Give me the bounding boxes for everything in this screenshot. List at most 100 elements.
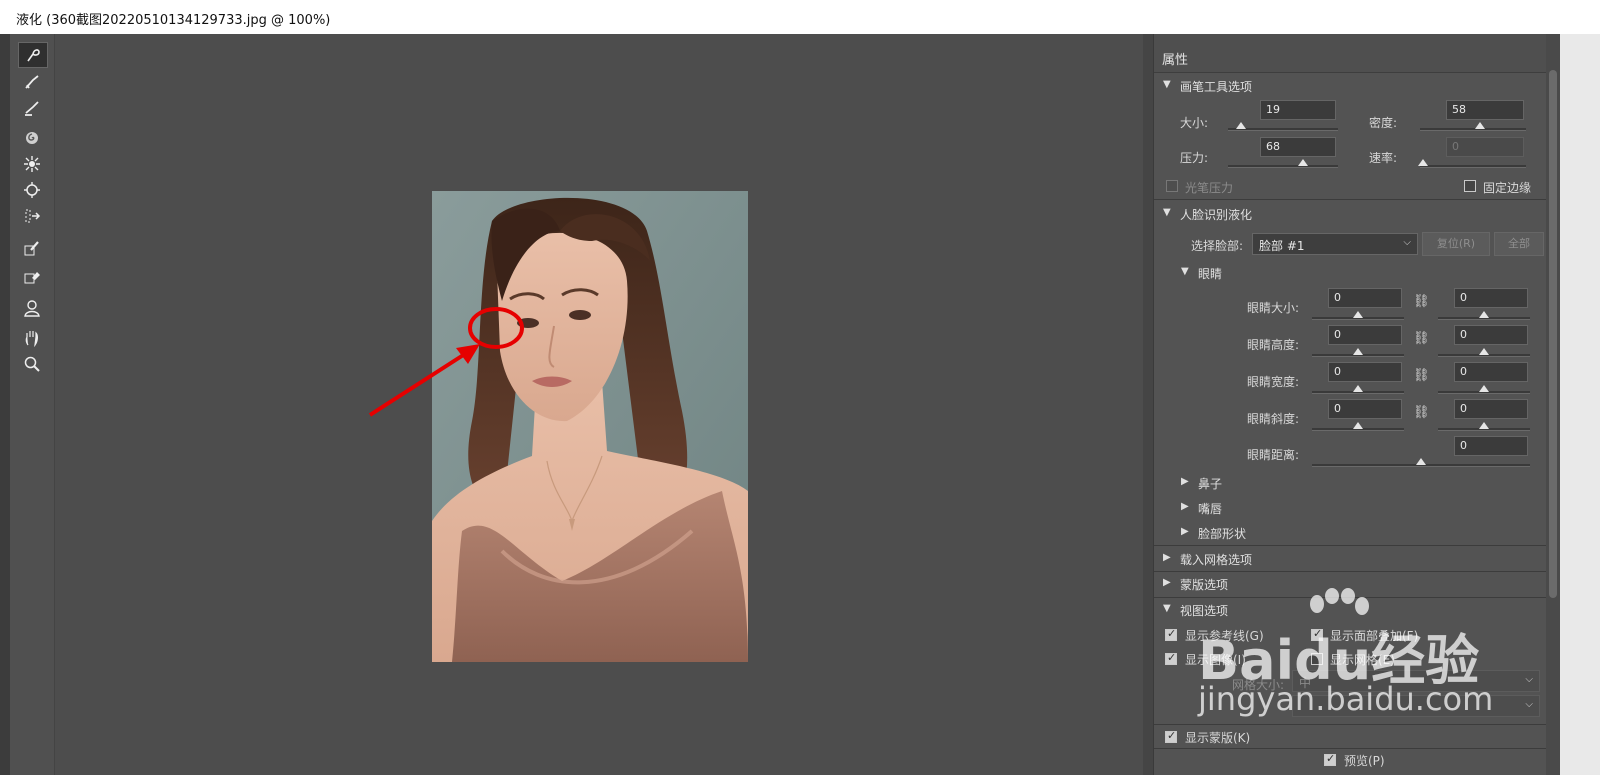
eye-tilt-right-field[interactable]: 0 — [1454, 399, 1528, 419]
link-icon[interactable]: ⛓ — [1413, 294, 1430, 309]
panel-header: 属性 — [1154, 34, 1560, 73]
push-left-icon[interactable] — [18, 204, 46, 228]
eye-width-left-field[interactable]: 0 — [1328, 362, 1402, 382]
slider-thumb[interactable] — [1479, 311, 1489, 318]
portrait-photo[interactable] — [432, 191, 748, 662]
density-slider-thumb[interactable] — [1475, 122, 1485, 129]
eye-size-right-slider[interactable] — [1438, 311, 1530, 320]
eye-tilt-left-field[interactable]: 0 — [1328, 399, 1402, 419]
pressure-slider[interactable] — [1228, 159, 1338, 168]
slider-thumb[interactable] — [1353, 422, 1363, 429]
eye-highlight-circle — [468, 307, 524, 349]
eye-height-left-field[interactable]: 0 — [1328, 325, 1402, 345]
panel-scrollbar[interactable] — [1546, 34, 1560, 775]
arrow-line — [368, 350, 470, 417]
pressure-slider-thumb[interactable] — [1298, 159, 1308, 166]
liquify-toolbar — [10, 34, 55, 775]
reset-button[interactable]: 复位(R) — [1422, 232, 1490, 256]
slider-thumb[interactable] — [1353, 348, 1363, 355]
density-field[interactable]: 58 — [1446, 100, 1524, 120]
link-icon[interactable]: ⛓ — [1413, 405, 1430, 420]
pin-edges-checkbox[interactable] — [1464, 180, 1476, 192]
brush-options-header[interactable]: ▼ 画笔工具选项 — [1154, 74, 1550, 98]
mouth-header[interactable]: ▶ 嘴唇 — [1172, 496, 1568, 520]
pressure-field[interactable]: 68 — [1260, 137, 1336, 157]
scrollbar-thumb[interactable] — [1549, 70, 1557, 598]
twirl-icon[interactable] — [18, 126, 46, 150]
panel-gutter — [1143, 34, 1153, 775]
preview-checkbox[interactable] — [1324, 752, 1336, 766]
pressure-label: 压力: — [1180, 151, 1209, 165]
eye-size-left-slider[interactable] — [1312, 311, 1404, 320]
slider-thumb[interactable] — [1353, 311, 1363, 318]
show-image-checkbox[interactable] — [1165, 651, 1177, 665]
slider-thumb[interactable] — [1479, 422, 1489, 429]
rate-slider[interactable] — [1418, 159, 1526, 168]
eye-size-label: 眼睛大小: — [1247, 301, 1300, 315]
collapse-arrow-icon[interactable]: ▼ — [1163, 603, 1171, 614]
face-shape-header[interactable]: ▶ 脸部形状 — [1172, 521, 1568, 545]
collapse-arrow-icon[interactable]: ▼ — [1163, 207, 1171, 218]
baidu-watermark: Baidu经验 jingyan.baidu.com — [1198, 588, 1498, 718]
eye-tilt-left-slider[interactable] — [1312, 422, 1404, 431]
show-mask-checkbox[interactable] — [1165, 729, 1177, 743]
collapse-arrow-icon[interactable]: ▼ — [1181, 266, 1189, 277]
expand-arrow-icon[interactable]: ▶ — [1181, 526, 1189, 537]
collapse-arrow-icon[interactable]: ▼ — [1163, 79, 1171, 90]
eye-height-right-field[interactable]: 0 — [1454, 325, 1528, 345]
expand-arrow-icon[interactable]: ▶ — [1163, 552, 1171, 563]
eye-width-left-slider[interactable] — [1312, 385, 1404, 394]
density-label: 密度: — [1369, 116, 1398, 130]
face-tool-icon[interactable] — [18, 296, 46, 320]
nose-header[interactable]: ▶ 鼻子 — [1172, 471, 1568, 495]
reconstruct-icon[interactable] — [18, 70, 46, 94]
expand-arrow-icon[interactable]: ▶ — [1181, 501, 1189, 512]
panel-title: 属性 — [1162, 53, 1189, 68]
eye-width-label: 眼睛宽度: — [1247, 375, 1300, 389]
size-field[interactable]: 19 — [1260, 100, 1336, 120]
eye-tilt-right-slider[interactable] — [1438, 422, 1530, 431]
section-divider — [1154, 545, 1550, 546]
eye-distance-field[interactable]: 0 — [1454, 436, 1528, 456]
all-button[interactable]: 全部 — [1494, 232, 1544, 256]
expand-arrow-icon[interactable]: ▶ — [1181, 476, 1189, 487]
section-divider — [1154, 748, 1550, 749]
eye-width-right-slider[interactable] — [1438, 385, 1530, 394]
chevron-down-icon: ⌵ — [1525, 699, 1533, 710]
size-slider[interactable] — [1228, 122, 1338, 131]
eye-height-left-slider[interactable] — [1312, 348, 1404, 357]
link-icon[interactable]: ⛓ — [1413, 331, 1430, 346]
eye-width-right-field[interactable]: 0 — [1454, 362, 1528, 382]
size-slider-thumb[interactable] — [1236, 122, 1246, 129]
pucker-icon[interactable] — [18, 152, 46, 176]
bloat-icon[interactable] — [18, 178, 46, 202]
forward-warp-icon[interactable] — [18, 42, 48, 68]
show-guides-checkbox[interactable] — [1165, 627, 1177, 641]
slider-thumb[interactable] — [1416, 458, 1426, 465]
thaw-mask-icon[interactable] — [18, 264, 46, 288]
eye-size-right-field[interactable]: 0 — [1454, 288, 1528, 308]
eyes-header[interactable]: ▼ 眼睛 — [1172, 261, 1568, 285]
slider-thumb[interactable] — [1479, 348, 1489, 355]
rate-field[interactable]: 0 — [1446, 137, 1524, 157]
freeze-mask-icon[interactable] — [18, 236, 46, 260]
smooth-icon[interactable] — [18, 96, 46, 120]
eye-size-left-field[interactable]: 0 — [1328, 288, 1402, 308]
eye-height-right-slider[interactable] — [1438, 348, 1530, 357]
slider-thumb[interactable] — [1353, 385, 1363, 392]
window-titlebar: 液化 (360截图20220510134129733.jpg @ 100%) — [0, 0, 1600, 35]
chevron-down-icon: ⌵ — [1403, 237, 1411, 248]
expand-arrow-icon[interactable]: ▶ — [1163, 577, 1171, 588]
density-slider[interactable] — [1420, 122, 1526, 131]
eye-distance-slider[interactable] — [1312, 458, 1530, 467]
preview-label: 预览(P) — [1344, 754, 1385, 768]
zoom-icon[interactable] — [18, 352, 46, 376]
slider-thumb[interactable] — [1479, 385, 1489, 392]
rate-slider-thumb[interactable] — [1418, 159, 1428, 166]
face-liquify-header[interactable]: ▼ 人脸识别液化 — [1154, 202, 1550, 226]
load-mesh-header[interactable]: ▶ 载入网格选项 — [1154, 547, 1550, 571]
link-icon[interactable]: ⛓ — [1413, 368, 1430, 383]
select-face-dropdown[interactable]: 脸部 #1 ⌵ — [1252, 233, 1418, 255]
hand-icon[interactable] — [18, 326, 46, 350]
stylus-pressure-checkbox[interactable] — [1166, 180, 1178, 192]
